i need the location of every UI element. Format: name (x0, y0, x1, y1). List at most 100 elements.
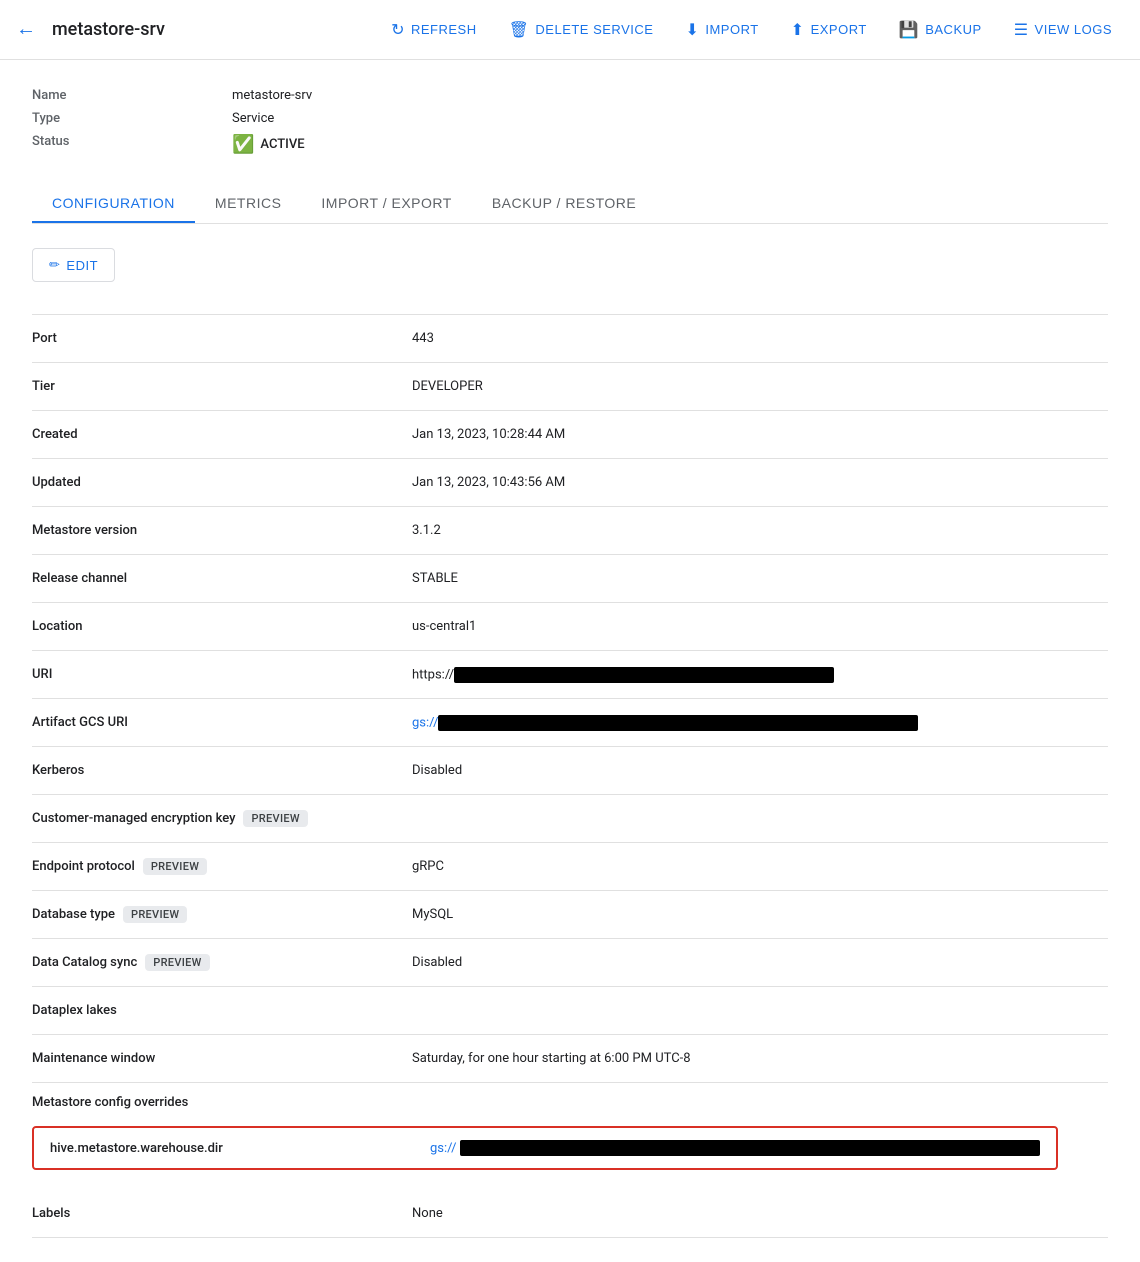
config-value-uri: https:// (412, 667, 1108, 683)
back-button[interactable]: ← (16, 18, 36, 41)
config-row-tier: Tier DEVELOPER (32, 363, 1108, 411)
tab-import-export[interactable]: IMPORT / EXPORT (301, 183, 471, 223)
service-info-table: Name metastore-srv Type Service Status ✅… (32, 84, 1108, 159)
config-row-metastore-version: Metastore version 3.1.2 (32, 507, 1108, 555)
view-logs-button[interactable]: ☰ VIEW LOGS (1002, 12, 1124, 48)
status-icon: ✅ (232, 134, 254, 155)
config-value-artifact-gcs-uri: gs:// (412, 715, 1108, 731)
config-row-release-channel: Release channel STABLE (32, 555, 1108, 603)
type-label: Type (32, 111, 232, 126)
override-key: hive.metastore.warehouse.dir (50, 1141, 430, 1156)
tabs-container: CONFIGURATION METRICS IMPORT / EXPORT BA… (32, 183, 1108, 224)
config-label-created: Created (32, 427, 412, 442)
uri-prefix: https:// (412, 667, 454, 682)
uri-redacted (454, 667, 834, 683)
config-value-location: us-central1 (412, 619, 1108, 634)
artifact-gcs-redacted (438, 715, 918, 731)
logs-icon: ☰ (1014, 20, 1029, 40)
config-value-created: Jan 13, 2023, 10:28:44 AM (412, 427, 1108, 442)
config-row-dataplex-lakes: Dataplex lakes (32, 987, 1108, 1035)
delete-icon: 🗑 (509, 20, 530, 40)
config-label-metastore-version: Metastore version (32, 523, 412, 538)
config-row-overrides: Metastore config overrides hive.metastor… (32, 1083, 1108, 1190)
artifact-gcs-uri-link[interactable]: gs:// (412, 715, 438, 730)
config-label-kerberos: Kerberos (32, 763, 412, 778)
import-button[interactable]: ⬇ IMPORT (673, 12, 770, 48)
refresh-button[interactable]: ↻ REFRESH (379, 12, 489, 48)
config-row-location: Location us-central1 (32, 603, 1108, 651)
override-value: gs:// (430, 1140, 1040, 1156)
override-redacted (460, 1140, 1040, 1156)
config-value-kerberos: Disabled (412, 763, 1108, 778)
config-row-cmek: Customer-managed encryption key PREVIEW (32, 795, 1108, 843)
backup-button[interactable]: 💾 BACKUP (887, 12, 994, 48)
toolbar-actions: ↻ REFRESH 🗑 DELETE SERVICE ⬇ IMPORT ⬆ EX… (379, 12, 1124, 48)
status-value: ✅ ACTIVE (232, 134, 305, 155)
config-row-database-type: Database type PREVIEW MySQL (32, 891, 1108, 939)
config-label-cmek: Customer-managed encryption key PREVIEW (32, 810, 412, 827)
overrides-section-label: Metastore config overrides (32, 1095, 188, 1118)
type-row: Type Service (32, 107, 1108, 130)
edit-button[interactable]: ✏ EDIT (32, 248, 115, 282)
tab-metrics[interactable]: METRICS (195, 183, 302, 223)
content-area: Name metastore-srv Type Service Status ✅… (0, 60, 1140, 1262)
export-icon: ⬆ (791, 20, 805, 40)
override-value-link[interactable]: gs:// (430, 1141, 456, 1156)
config-label-database-type: Database type PREVIEW (32, 906, 412, 923)
config-row-created: Created Jan 13, 2023, 10:28:44 AM (32, 411, 1108, 459)
override-row: hive.metastore.warehouse.dir gs:// (32, 1126, 1058, 1170)
import-icon: ⬇ (685, 20, 699, 40)
config-label-release-channel: Release channel (32, 571, 412, 586)
config-value-database-type: MySQL (412, 907, 1108, 922)
config-value-port: 443 (412, 331, 1108, 346)
config-label-maintenance-window: Maintenance window (32, 1051, 412, 1066)
config-row-kerberos: Kerberos Disabled (32, 747, 1108, 795)
config-label-location: Location (32, 619, 412, 634)
config-row-artifact-gcs-uri: Artifact GCS URI gs:// (32, 699, 1108, 747)
status-label: Status (32, 134, 232, 155)
config-value-endpoint-protocol: gRPC (412, 859, 1108, 874)
backup-icon: 💾 (899, 20, 919, 40)
config-value-labels: None (412, 1206, 1108, 1221)
top-bar: ← metastore-srv ↻ REFRESH 🗑 DELETE SERVI… (0, 0, 1140, 60)
config-row-endpoint-protocol: Endpoint protocol PREVIEW gRPC (32, 843, 1108, 891)
config-value-release-channel: STABLE (412, 571, 1108, 586)
config-value-metastore-version: 3.1.2 (412, 523, 1108, 538)
config-label-port: Port (32, 331, 412, 346)
endpoint-preview-badge: PREVIEW (143, 858, 207, 875)
config-row-maintenance-window: Maintenance window Saturday, for one hou… (32, 1035, 1108, 1083)
tab-backup-restore[interactable]: BACKUP / RESTORE (472, 183, 656, 223)
config-label-labels: Labels (32, 1206, 412, 1221)
config-label-updated: Updated (32, 475, 412, 490)
name-row: Name metastore-srv (32, 84, 1108, 107)
name-label: Name (32, 88, 232, 103)
config-row-port: Port 443 (32, 315, 1108, 363)
config-label-dataplex-lakes: Dataplex lakes (32, 1003, 412, 1018)
config-row-updated: Updated Jan 13, 2023, 10:43:56 AM (32, 459, 1108, 507)
config-label-tier: Tier (32, 379, 412, 394)
config-value-data-catalog-sync: Disabled (412, 955, 1108, 970)
refresh-icon: ↻ (391, 20, 405, 40)
page-title: metastore-srv (52, 19, 165, 40)
tab-configuration[interactable]: CONFIGURATION (32, 183, 195, 223)
config-label-endpoint-protocol: Endpoint protocol PREVIEW (32, 858, 412, 875)
config-row-data-catalog-sync: Data Catalog sync PREVIEW Disabled (32, 939, 1108, 987)
config-value-tier: DEVELOPER (412, 379, 1108, 394)
cmek-preview-badge: PREVIEW (243, 810, 307, 827)
datacatalog-preview-badge: PREVIEW (145, 954, 209, 971)
name-value: metastore-srv (232, 88, 312, 103)
config-value-updated: Jan 13, 2023, 10:43:56 AM (412, 475, 1108, 490)
status-active: ✅ ACTIVE (232, 134, 305, 155)
delete-service-button[interactable]: 🗑 DELETE SERVICE (497, 12, 666, 48)
config-label-uri: URI (32, 667, 412, 682)
pencil-icon: ✏ (49, 257, 60, 273)
config-label-data-catalog-sync: Data Catalog sync PREVIEW (32, 954, 412, 971)
status-row: Status ✅ ACTIVE (32, 130, 1108, 159)
config-row-uri: URI https:// (32, 651, 1108, 699)
config-value-maintenance-window: Saturday, for one hour starting at 6:00 … (412, 1051, 1108, 1066)
type-value: Service (232, 111, 274, 126)
export-button[interactable]: ⬆ EXPORT (779, 12, 879, 48)
config-table: Port 443 Tier DEVELOPER Created Jan 13, … (32, 314, 1108, 1238)
config-label-artifact-gcs-uri: Artifact GCS URI (32, 715, 412, 730)
config-row-labels: Labels None (32, 1190, 1108, 1238)
